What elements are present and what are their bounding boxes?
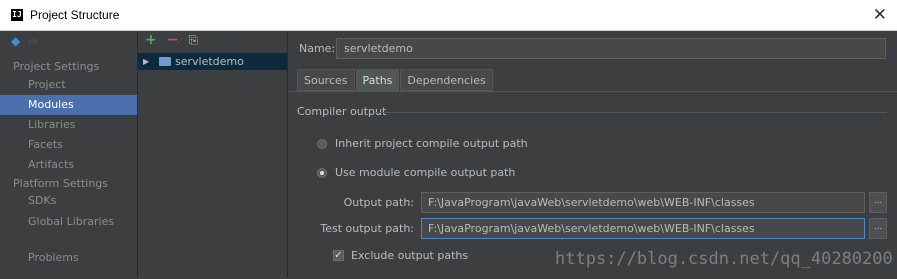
module-output-radio[interactable]	[317, 168, 327, 178]
settings-nav: ◆ ⇨ Project Settings Project Modules Libr…	[0, 31, 138, 278]
expand-arrow-icon[interactable]: ▶	[143, 53, 149, 70]
platform-settings-header: Platform Settings	[13, 177, 109, 190]
output-path-browse-button[interactable]: ...	[869, 192, 887, 213]
module-settings-panel: Name: servletdemo Sources Paths Dependen…	[289, 31, 897, 278]
nav-item-modules[interactable]: Modules	[0, 95, 137, 115]
inherit-output-radio[interactable]	[317, 139, 327, 149]
copy-icon[interactable]: ⎘	[188, 33, 198, 47]
nav-item-project[interactable]: Project	[0, 75, 137, 95]
project-settings-header: Project Settings	[13, 60, 100, 73]
tree-row-servletdemo[interactable]: ▶ servletdemo	[138, 53, 287, 70]
tab-dependencies[interactable]: Dependencies	[400, 69, 493, 91]
forward-arrow-icon[interactable]: ⇨	[28, 34, 38, 48]
module-name-label: servletdemo	[175, 55, 244, 68]
exclude-output-checkbox[interactable]: ✓	[333, 250, 344, 261]
nav-item-facets[interactable]: Facets	[0, 135, 137, 155]
module-tree-panel: + − ⎘ ▶ servletdemo	[138, 31, 288, 278]
name-label: Name:	[299, 42, 336, 55]
output-path-label: Output path:	[343, 196, 414, 209]
remove-icon[interactable]: −	[167, 32, 179, 48]
exclude-output-label[interactable]: Exclude output paths	[351, 249, 468, 262]
test-output-path-label: Test output path:	[320, 222, 414, 235]
add-icon[interactable]: +	[145, 32, 157, 48]
test-output-path-input[interactable]: F:\JavaProgram\javaWeb\servletdemo\web\W…	[421, 218, 865, 239]
title-bar: IJ Project Structure ✕	[0, 0, 897, 31]
nav-item-libraries[interactable]: Libraries	[0, 115, 137, 135]
module-tabs: Sources Paths Dependencies	[297, 69, 494, 91]
module-name-input[interactable]: servletdemo	[336, 38, 886, 59]
output-path-input[interactable]: F:\JavaProgram\javaWeb\servletdemo\web\W…	[421, 192, 865, 213]
nav-item-artifacts[interactable]: Artifacts	[0, 155, 137, 175]
tree-toolbar: + − ⎘	[145, 32, 198, 48]
window-title: Project Structure	[30, 8, 120, 22]
intellij-app-icon: IJ	[11, 9, 23, 21]
tab-sources[interactable]: Sources	[297, 69, 355, 91]
compiler-output-title: Compiler output	[297, 105, 387, 118]
nav-item-sdks[interactable]: SDKs	[0, 191, 137, 211]
test-output-path-browse-button[interactable]: ...	[869, 218, 887, 239]
nav-arrows: ◆ ⇨	[11, 34, 38, 48]
watermark: https://blog.csdn.net/qq_40280200	[555, 249, 893, 269]
nav-item-problems[interactable]: Problems	[0, 248, 137, 268]
group-divider	[375, 112, 887, 113]
module-folder-icon	[159, 57, 171, 66]
nav-item-global-libraries[interactable]: Global Libraries	[0, 212, 137, 232]
tab-paths[interactable]: Paths	[355, 69, 400, 91]
module-output-label[interactable]: Use module compile output path	[335, 166, 515, 179]
inherit-output-label[interactable]: Inherit project compile output path	[335, 137, 528, 150]
close-icon[interactable]: ✕	[873, 5, 887, 25]
back-arrow-icon[interactable]: ◆	[11, 34, 20, 48]
